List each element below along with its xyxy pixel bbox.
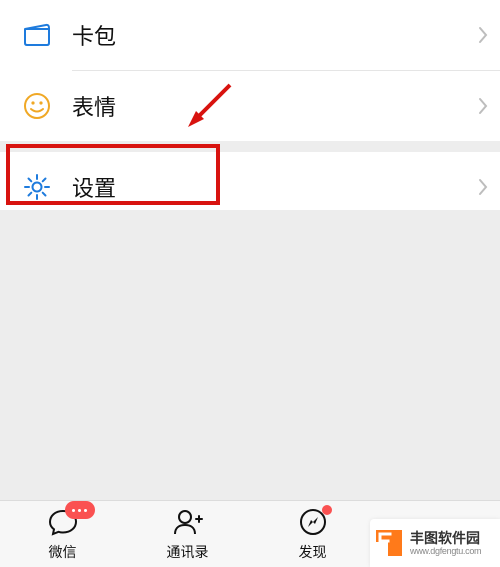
- compass-icon: [298, 507, 328, 537]
- smile-icon: [22, 91, 52, 121]
- watermark-title: 丰图软件园: [410, 530, 481, 546]
- menu-item-stickers[interactable]: 表情: [0, 71, 500, 141]
- watermark: 丰图软件园 www.dgfengtu.com: [370, 519, 500, 567]
- menu-item-card-pack[interactable]: 卡包: [0, 0, 500, 70]
- tab-label: 通讯录: [167, 542, 209, 562]
- tab-contacts[interactable]: 通讯录: [125, 501, 250, 567]
- gear-icon: [22, 172, 52, 202]
- empty-area: [0, 210, 500, 500]
- menu-item-label: 卡包: [52, 19, 466, 51]
- contacts-icon: [172, 507, 204, 537]
- watermark-logo-icon: [374, 528, 404, 558]
- chevron-right-icon: [466, 71, 500, 141]
- tab-chat[interactable]: 微信: [0, 501, 125, 567]
- chevron-right-icon: [466, 0, 500, 70]
- tab-label: 发现: [299, 542, 327, 562]
- unread-badge: [65, 501, 95, 519]
- tab-discover[interactable]: 发现: [250, 501, 375, 567]
- chat-bubble-icon: [47, 507, 79, 537]
- notification-dot: [322, 505, 332, 515]
- wallet-icon: [22, 20, 52, 50]
- watermark-subtitle: www.dgfengtu.com: [410, 546, 481, 556]
- tab-label: 微信: [49, 542, 77, 562]
- menu-item-label: 设置: [52, 171, 466, 203]
- menu-group-1: 卡包 表情: [0, 0, 500, 141]
- section-gap: [0, 141, 500, 152]
- menu-item-label: 表情: [52, 90, 466, 122]
